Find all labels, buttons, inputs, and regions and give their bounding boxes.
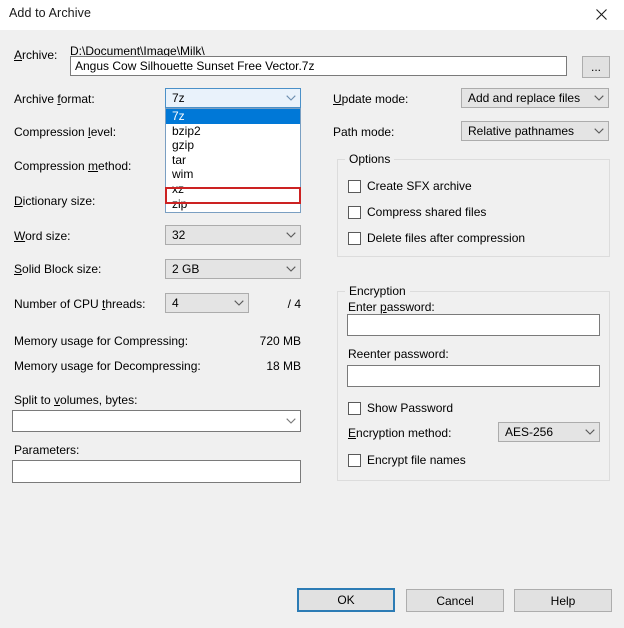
checkbox-box-icon [348, 232, 361, 245]
chevron-down-icon [590, 128, 608, 134]
encryption-method-value: AES-256 [499, 425, 581, 439]
path-mode-label: Path mode: [333, 125, 394, 139]
compression-level-label: Compression level: [14, 125, 116, 139]
encryption-group-title: Encryption [345, 284, 410, 298]
parameters-label: Parameters: [14, 443, 79, 457]
chevron-down-icon [282, 266, 300, 272]
archive-format-label: Archive format: [14, 92, 95, 106]
reenter-password-input[interactable] [347, 365, 600, 387]
checkbox-compress-shared-files[interactable]: Compress shared files [348, 205, 486, 219]
memory-decompressing-label: Memory usage for Decompressing: [14, 359, 201, 373]
enter-password-label: Enter password: [348, 300, 435, 314]
cancel-button[interactable]: Cancel [406, 589, 504, 612]
encryption-method-combo[interactable]: AES-256 [498, 422, 600, 442]
dropdown-option-7z[interactable]: 7z [166, 109, 300, 124]
help-button[interactable]: Help [514, 589, 612, 612]
update-mode-label: Update mode: [333, 92, 408, 106]
window-title: Add to Archive [9, 6, 91, 20]
checkbox-show-password[interactable]: Show Password [348, 401, 453, 415]
checkbox-label: Show Password [367, 401, 453, 415]
archive-format-combo[interactable]: 7z [165, 88, 301, 108]
dropdown-option-tar[interactable]: tar [166, 153, 300, 168]
cpu-threads-total: / 4 [241, 297, 301, 311]
word-size-value: 32 [166, 228, 282, 242]
memory-compressing-value: 720 MB [201, 334, 301, 348]
encryption-method-label: Encryption method: [348, 426, 451, 440]
archive-label: Archive: [14, 48, 57, 62]
path-mode-combo[interactable]: Relative pathnames [461, 121, 609, 141]
checkbox-box-icon [348, 180, 361, 193]
checkbox-label: Create SFX archive [367, 179, 472, 193]
update-mode-value: Add and replace files [462, 91, 590, 105]
cpu-threads-value: 4 [166, 296, 230, 310]
dropdown-option-xz[interactable]: xz [166, 182, 300, 197]
enter-password-input[interactable] [347, 314, 600, 336]
close-icon [596, 9, 607, 20]
title-bar: Add to Archive [0, 0, 624, 31]
archive-format-dropdown-list[interactable]: 7zbzip2gziptarwimxzzip [165, 108, 301, 213]
checkbox-delete-files-after-compression[interactable]: Delete files after compression [348, 231, 525, 245]
solid-block-size-value: 2 GB [166, 262, 282, 276]
dictionary-size-label: Dictionary size: [14, 194, 95, 208]
dropdown-option-gzip[interactable]: gzip [166, 138, 300, 153]
chevron-down-icon [282, 95, 300, 101]
dropdown-option-bzip2[interactable]: bzip2 [166, 124, 300, 139]
archive-filename-input[interactable] [70, 56, 567, 76]
checkbox-encrypt-file-names[interactable]: Encrypt file names [348, 453, 466, 467]
chevron-down-icon [581, 429, 599, 435]
archive-format-value: 7z [166, 91, 282, 105]
checkbox-label: Compress shared files [367, 205, 486, 219]
cpu-threads-label: Number of CPU threads: [14, 297, 145, 311]
memory-decompressing-value: 18 MB [201, 359, 301, 373]
split-volumes-combo[interactable] [12, 410, 301, 432]
options-group-title: Options [345, 152, 394, 166]
dropdown-option-wim[interactable]: wim [166, 167, 300, 182]
checkbox-label: Encrypt file names [367, 453, 466, 467]
word-size-combo[interactable]: 32 [165, 225, 301, 245]
chevron-down-icon [590, 95, 608, 101]
cpu-threads-combo[interactable]: 4 [165, 293, 249, 313]
solid-block-size-combo[interactable]: 2 GB [165, 259, 301, 279]
checkbox-box-icon [348, 454, 361, 467]
chevron-down-icon [282, 418, 300, 424]
checkbox-box-icon [348, 206, 361, 219]
checkbox-box-icon [348, 402, 361, 415]
dropdown-option-zip[interactable]: zip [166, 197, 300, 212]
solid-block-size-label: Solid Block size: [14, 262, 101, 276]
path-mode-value: Relative pathnames [462, 124, 590, 138]
split-volumes-label: Split to volumes, bytes: [14, 393, 137, 407]
dialog-body: Archive: D:\Document\Image\Milk\ ... Arc… [0, 30, 624, 598]
checkbox-create-sfx-archive[interactable]: Create SFX archive [348, 179, 472, 193]
word-size-label: Word size: [14, 229, 70, 243]
compression-method-label: Compression method: [14, 159, 131, 173]
memory-compressing-label: Memory usage for Compressing: [14, 334, 188, 348]
close-button[interactable] [579, 0, 624, 29]
chevron-down-icon [282, 232, 300, 238]
reenter-password-label: Reenter password: [348, 347, 449, 361]
ok-button[interactable]: OK [297, 588, 395, 612]
update-mode-combo[interactable]: Add and replace files [461, 88, 609, 108]
browse-button[interactable]: ... [582, 56, 610, 78]
parameters-input[interactable] [12, 460, 301, 483]
checkbox-label: Delete files after compression [367, 231, 525, 245]
